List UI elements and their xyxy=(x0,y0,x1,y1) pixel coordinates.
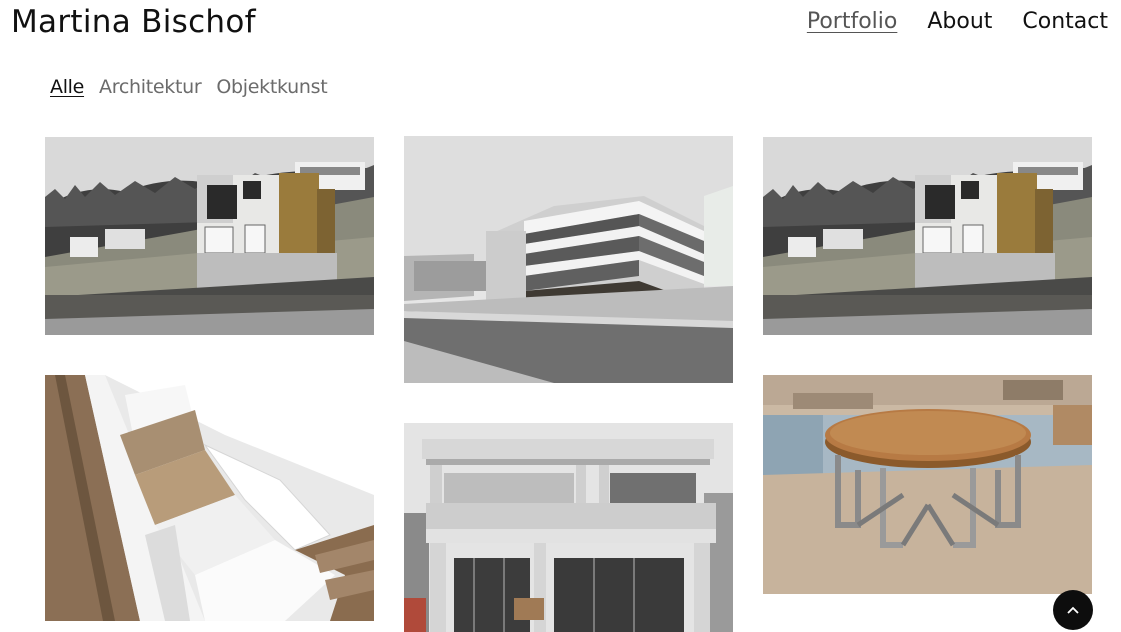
portfolio-tile-staircase[interactable] xyxy=(45,375,374,621)
nav-about[interactable]: About xyxy=(927,9,992,34)
portfolio-tile-house-1[interactable] xyxy=(45,137,374,335)
site-title[interactable]: Martina Bischof xyxy=(11,4,256,40)
house-photo xyxy=(45,137,374,335)
portfolio-tile-apartment[interactable] xyxy=(404,136,733,383)
chevron-up-icon xyxy=(1067,606,1079,614)
main-nav: Portfolio About Contact xyxy=(807,9,1108,34)
portfolio-filter: Alle Architektur Objektkunst xyxy=(50,76,328,98)
house-photo xyxy=(763,137,1092,335)
filter-alle[interactable]: Alle xyxy=(50,76,84,98)
portfolio-tile-table[interactable] xyxy=(763,375,1092,594)
nav-contact[interactable]: Contact xyxy=(1022,9,1108,34)
table-photo xyxy=(763,375,1092,594)
filter-architektur[interactable]: Architektur xyxy=(99,76,202,98)
filter-objektkunst[interactable]: Objektkunst xyxy=(216,76,327,98)
portfolio-tile-concrete-house[interactable] xyxy=(404,423,733,632)
concrete-house-photo xyxy=(404,423,733,632)
apartment-photo xyxy=(404,136,733,383)
scroll-to-top-button[interactable] xyxy=(1053,590,1093,630)
staircase-photo xyxy=(45,375,374,621)
portfolio-tile-house-2[interactable] xyxy=(763,137,1092,335)
nav-portfolio[interactable]: Portfolio xyxy=(807,9,898,34)
